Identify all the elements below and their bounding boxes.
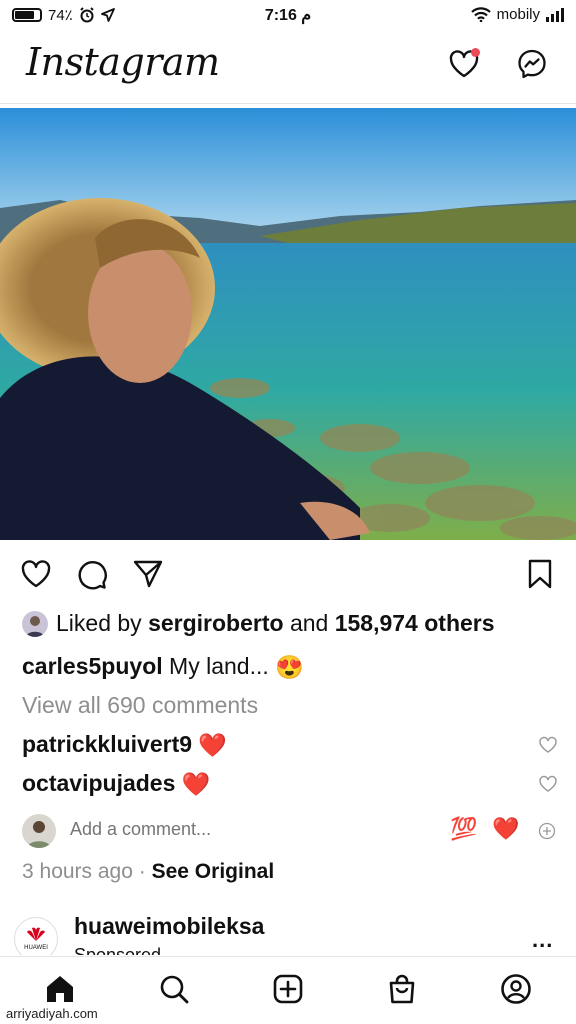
- heart-outline-icon: [21, 560, 51, 588]
- post-meta: 3 hours ago · See Original: [22, 860, 274, 884]
- more-options-button[interactable]: ...: [532, 927, 553, 953]
- comment-row: octavipujades ❤️: [22, 770, 210, 798]
- nav-home[interactable]: [42, 971, 78, 1007]
- notification-dot: [471, 48, 480, 57]
- search-icon: [160, 975, 189, 1004]
- caption-username[interactable]: carles5puyol: [22, 653, 163, 679]
- add-reaction-plus-icon[interactable]: [538, 822, 556, 840]
- profile-icon: [501, 974, 531, 1004]
- comment-username[interactable]: octavipujades: [22, 770, 175, 796]
- caption-emoji: 😍: [275, 654, 304, 681]
- nav-shop[interactable]: [384, 971, 420, 1007]
- shopping-bag-icon: [389, 974, 415, 1004]
- likes-and: and: [289, 610, 329, 636]
- view-all-comments-link[interactable]: View all 690 comments: [22, 692, 258, 719]
- signal-icon: [546, 7, 564, 22]
- likes-prefix: Liked by: [56, 610, 142, 636]
- my-avatar: [22, 814, 56, 848]
- nav-search[interactable]: [156, 971, 192, 1007]
- likes-others-count[interactable]: 158,974 others: [335, 610, 495, 637]
- quick-reaction-hundred[interactable]: 💯: [450, 816, 477, 842]
- next-post-header: HUAWEI huaweimobileksa Sponsored ...: [0, 905, 576, 955]
- status-bar: 74٪ 7:16 م mobily: [0, 0, 576, 30]
- add-post-icon: [273, 974, 303, 1004]
- activity-button[interactable]: [446, 46, 482, 82]
- caption-text: My land...: [169, 653, 269, 679]
- see-original-link[interactable]: See Original: [152, 860, 275, 883]
- instagram-logo[interactable]: Instagram: [26, 40, 220, 84]
- comment-row: patrickkluivert9 ❤️: [22, 731, 227, 759]
- lake-selfie-image: [0, 108, 576, 540]
- post-photo[interactable]: [0, 108, 576, 540]
- messenger-icon: [518, 49, 546, 79]
- watermark: arriyadiyah.com: [6, 1006, 98, 1021]
- app-header: Instagram: [0, 32, 576, 104]
- post-actions: [0, 552, 576, 596]
- sponsored-label: Sponsored: [74, 945, 162, 955]
- comment-like-heart-icon[interactable]: [538, 736, 558, 754]
- send-paper-plane-icon: [133, 560, 163, 588]
- liker-username[interactable]: sergiroberto: [148, 610, 283, 637]
- wifi-icon: [470, 7, 491, 22]
- comment-emoji: ❤️: [198, 732, 228, 759]
- liker-avatar: [22, 610, 48, 637]
- nav-create[interactable]: [270, 971, 306, 1007]
- brand-avatar[interactable]: HUAWEI: [14, 917, 58, 955]
- comment-button[interactable]: [74, 556, 110, 592]
- share-button[interactable]: [130, 556, 166, 592]
- caption: carles5puyol My land... 😍: [22, 653, 304, 681]
- likes-line[interactable]: Liked by sergiroberto and 158,974 others: [22, 610, 495, 637]
- post-time: 3 hours ago: [22, 860, 133, 883]
- add-comment-row: 💯 ❤️: [22, 812, 562, 850]
- messenger-button[interactable]: [514, 46, 550, 82]
- comment-emoji: ❤️: [181, 771, 211, 798]
- comment-like-heart-icon[interactable]: [538, 775, 558, 793]
- comment-input[interactable]: [70, 819, 302, 840]
- next-post-username[interactable]: huaweimobileksa: [74, 913, 264, 940]
- status-right: mobily: [470, 6, 564, 23]
- brand-avatar-label: HUAWEI: [24, 945, 48, 951]
- quick-reaction-heart[interactable]: ❤️: [492, 816, 519, 842]
- carrier-name: mobily: [496, 6, 540, 23]
- meta-separator: ·: [138, 860, 146, 883]
- huawei-logo-icon: [27, 927, 45, 941]
- comment-bubble-icon: [78, 561, 107, 590]
- bookmark-icon: [528, 559, 552, 589]
- home-icon: [47, 976, 73, 1002]
- nav-profile[interactable]: [498, 971, 534, 1007]
- comment-username[interactable]: patrickkluivert9: [22, 731, 192, 757]
- like-button[interactable]: [18, 556, 54, 592]
- save-button[interactable]: [522, 556, 558, 592]
